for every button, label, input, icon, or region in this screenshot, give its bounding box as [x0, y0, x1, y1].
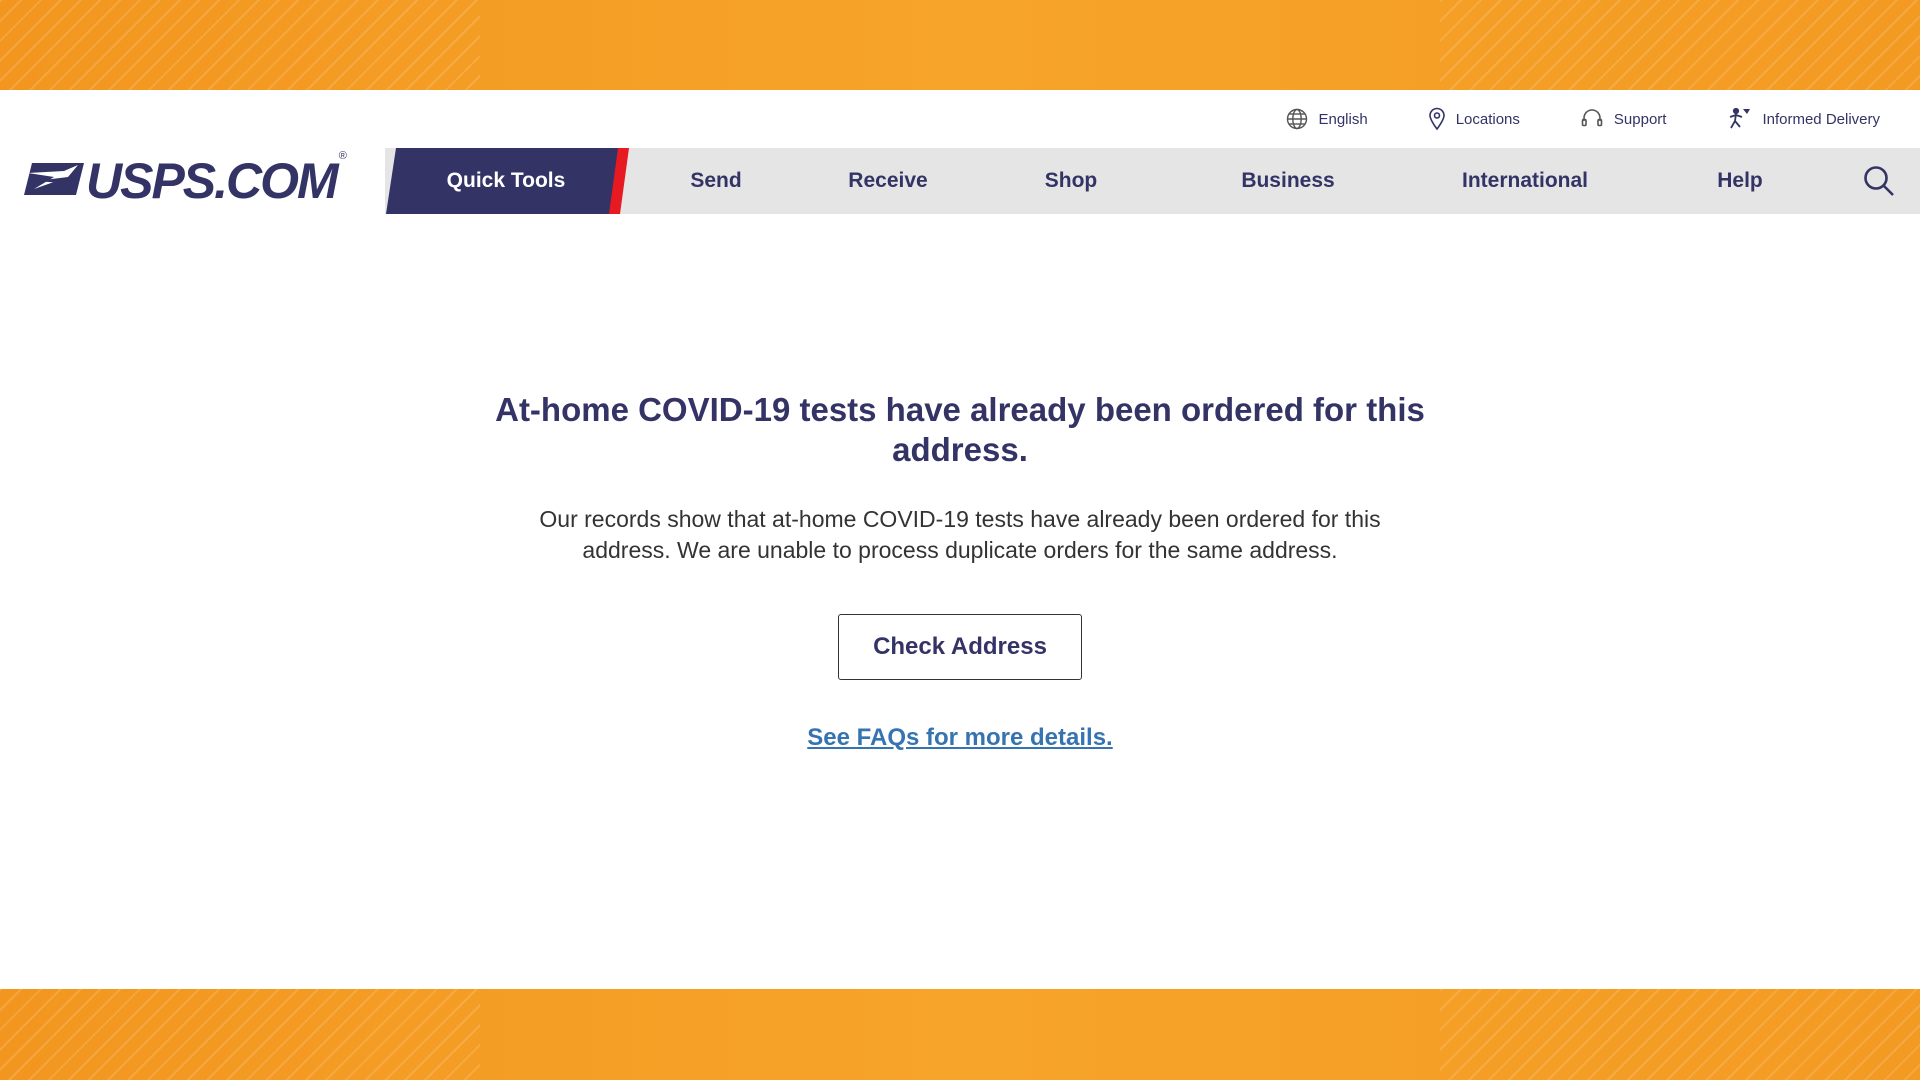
utility-support-link[interactable]: Support [1580, 107, 1667, 131]
check-address-button[interactable]: Check Address [838, 614, 1082, 680]
stripe-decoration-left [0, 0, 480, 90]
stripe-decoration-right [1440, 0, 1920, 90]
nav-quick-tools[interactable]: Quick Tools [386, 148, 626, 214]
usps-page: English Locations Support Informed Deliv… [0, 90, 1920, 989]
search-icon [1862, 166, 1896, 202]
nav-help[interactable]: Help [1717, 148, 1763, 214]
bottom-frame-band [0, 989, 1920, 1080]
utility-label: Support [1613, 110, 1667, 128]
nav-international[interactable]: International [1462, 148, 1588, 214]
nav-receive[interactable]: Receive [848, 148, 927, 214]
utility-informed-delivery-link[interactable]: Informed Delivery [1726, 107, 1880, 131]
utility-label: Informed Delivery [1762, 110, 1880, 128]
nav-shop[interactable]: Shop [1045, 148, 1098, 214]
utility-label: English [1318, 110, 1368, 128]
location-pin-icon [1428, 107, 1446, 131]
main-nav: USPS.COM ® Quick Tools Send Receive Shop… [0, 148, 1920, 214]
page-title: At-home COVID-19 tests have already been… [495, 391, 1425, 468]
message-body: Our records show that at-home COVID-19 t… [539, 506, 1381, 563]
registered-mark: ® [338, 150, 347, 162]
faq-link[interactable]: See FAQs for more details. [807, 724, 1112, 752]
top-frame-band [0, 0, 1920, 90]
logo-text: USPS.COM [86, 153, 339, 209]
utility-label: Locations [1455, 110, 1520, 128]
stripe-decoration-right [1440, 989, 1920, 1080]
usps-logo[interactable]: USPS.COM ® [24, 150, 347, 209]
utility-english-link[interactable]: English [1286, 108, 1368, 130]
globe-icon [1286, 108, 1308, 130]
utility-locations-link[interactable]: Locations [1428, 107, 1520, 131]
stripe-decoration-left [0, 989, 480, 1080]
informed-delivery-icon [1726, 107, 1752, 131]
search-button[interactable] [1862, 164, 1896, 198]
utility-nav: English Locations Support Informed Deliv… [1286, 90, 1920, 148]
order-message: At-home COVID-19 tests have already been… [0, 390, 1920, 752]
nav-send[interactable]: Send [690, 148, 741, 214]
logo-area: USPS.COM ® [0, 148, 385, 214]
nav-business[interactable]: Business [1241, 148, 1334, 214]
eagle-icon [24, 159, 86, 204]
headset-icon [1580, 107, 1604, 131]
